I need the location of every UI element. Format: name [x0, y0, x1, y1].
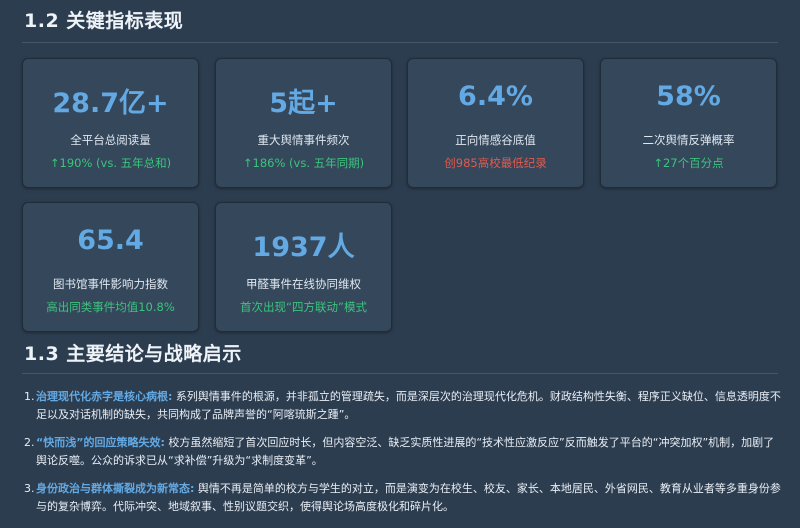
metric-value: 1937人	[252, 232, 355, 263]
list-item: 1. 治理现代化赤字是核心病根: 系列舆情事件的根源，并非孤立的管理疏失，而是深层…	[24, 388, 784, 424]
metric-delta: 首次出现“四方联动”模式	[240, 300, 367, 314]
metric-card-total-reads: 28.7亿+ 全平台总阅读量 ↑190% (vs. 五年总和)	[22, 58, 199, 188]
metric-label: 重大舆情事件频次	[257, 133, 350, 147]
section-divider	[22, 42, 778, 43]
metric-card-major-events: 5起+ 重大舆情事件频次 ↑186% (vs. 五年同期)	[215, 58, 392, 188]
list-number: 3.	[24, 482, 35, 495]
metric-label: 全平台总阅读量	[70, 133, 151, 147]
list-number: 2.	[24, 436, 35, 449]
list-item: 3. 身份政治与群体撕裂成为新常态: 舆情不再是简单的校方与学生的对立，而是演变为…	[24, 480, 784, 516]
metric-delta: 创985高校最低纪录	[444, 156, 547, 170]
metric-card-positive-sentiment: 6.4% 正向情感谷底值 创985高校最低纪录	[407, 58, 584, 188]
metric-card-online-rights: 1937人 甲醛事件在线协同维权 首次出现“四方联动”模式	[215, 202, 392, 332]
conclusion-heading: “快而浅”的回应策略失效:	[36, 436, 165, 449]
section-divider	[22, 373, 778, 374]
metric-value: 6.4%	[458, 81, 533, 112]
metric-card-library-impact: 65.4 图书馆事件影响力指数 高出同类事件均值10.8%	[22, 202, 199, 332]
metric-value: 58%	[656, 81, 721, 112]
section-title-conclusions: 1.3 主要结论与战略启示	[24, 343, 242, 365]
conclusion-list: 1. 治理现代化赤字是核心病根: 系列舆情事件的根源，并非孤立的管理疏失，而是深层…	[24, 388, 784, 526]
metric-label: 正向情感谷底值	[455, 133, 536, 147]
list-item: 2. “快而浅”的回应策略失效: 校方虽然缩短了首次回应时长，但内容空泛、缺乏实质…	[24, 434, 784, 470]
metric-delta: ↑190% (vs. 五年总和)	[49, 156, 172, 170]
report-page: 1.2 关键指标表现 28.7亿+ 全平台总阅读量 ↑190% (vs. 五年总…	[0, 0, 800, 528]
list-number: 1.	[24, 390, 35, 403]
metric-value: 65.4	[77, 225, 144, 256]
metric-delta: 高出同类事件均值10.8%	[46, 300, 175, 314]
metric-delta: ↑186% (vs. 五年同期)	[242, 156, 365, 170]
section-title-key-metrics: 1.2 关键指标表现	[24, 10, 184, 32]
conclusion-heading: 治理现代化赤字是核心病根:	[36, 390, 173, 403]
metric-value: 5起+	[269, 88, 338, 119]
metric-delta: ↑27个百分点	[653, 156, 724, 170]
conclusion-heading: 身份政治与群体撕裂成为新常态:	[36, 482, 195, 495]
metric-label: 二次舆情反弹概率	[642, 133, 735, 147]
metric-label: 图书馆事件影响力指数	[53, 277, 168, 291]
metric-value: 28.7亿+	[52, 88, 169, 119]
metric-label: 甲醛事件在线协同维权	[246, 277, 361, 291]
metric-card-rebound-probability: 58% 二次舆情反弹概率 ↑27个百分点	[600, 58, 777, 188]
